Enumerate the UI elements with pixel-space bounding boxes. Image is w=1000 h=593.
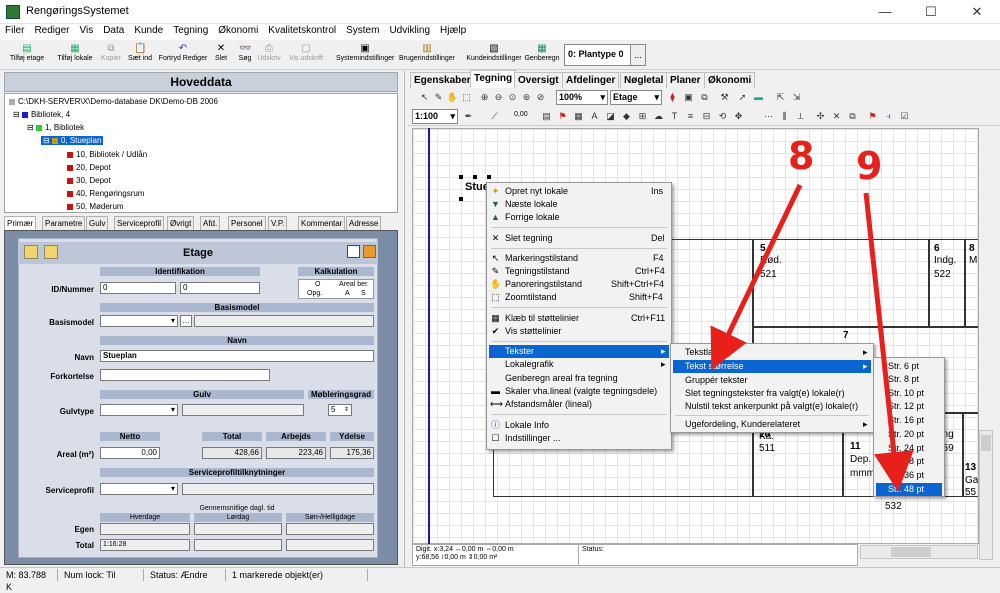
arrow-to-size-48 <box>863 192 914 492</box>
arrow-to-text-size <box>710 183 803 371</box>
annotation-arrows <box>710 183 914 492</box>
